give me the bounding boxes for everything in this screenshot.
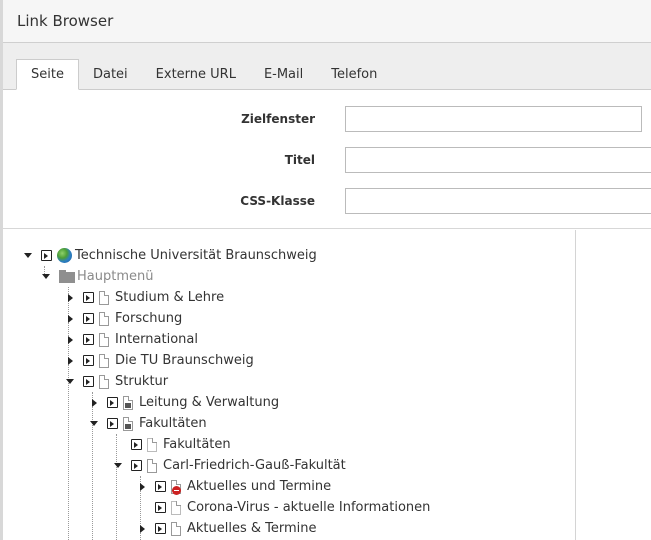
collapse-arrow-icon[interactable] [23,251,33,261]
expand-arrow-icon[interactable] [65,293,75,303]
dialog-header: Link Browser [3,0,651,43]
tree-node-label[interactable]: Struktur [115,374,168,389]
hidden-page-icon [171,479,181,495]
folder-icon [59,270,75,283]
page-icon [147,437,157,452]
page-actions-icon[interactable] [107,418,118,429]
tree-node-forschung[interactable]: Forschung [65,308,182,329]
tree-node-struktur[interactable]: Struktur [65,371,168,392]
tree-node-label[interactable]: Corona-Virus - aktuelle Informationen [187,500,430,515]
title-input[interactable] [345,147,651,173]
tab-externe-url[interactable]: Externe URL [142,60,250,90]
page-icon [99,290,109,305]
tree-node-corona-virus[interactable]: Corona-Virus - aktuelle Informationen [137,497,430,518]
page-actions-icon[interactable] [41,250,52,261]
page-actions-icon[interactable] [155,502,166,513]
page-icon [171,500,181,515]
page-actions-icon[interactable] [83,355,94,366]
tree-node-root[interactable]: Technische Universität Braunschweig [23,245,317,266]
expand-arrow-icon[interactable] [65,335,75,345]
collapse-arrow-icon[interactable] [65,377,75,387]
dialog-title: Link Browser [17,12,114,30]
tree-node-leitung-verwaltung[interactable]: Leitung & Verwaltung [89,392,279,413]
tab-email[interactable]: E-Mail [250,60,317,90]
tree-node-label[interactable]: International [115,332,198,347]
tree-node-carl-friedrich-gauss[interactable]: Carl-Friedrich-Gauß-Fakultät [113,455,346,476]
tree-node-label[interactable]: Hauptmenü [77,269,153,284]
tree-node-international[interactable]: International [65,329,198,350]
tree-node-label[interactable]: Aktuelles & Termine [187,521,317,536]
css-class-label: CSS-Klasse [240,194,315,208]
tree-node-fakultaeten[interactable]: Fakultäten [89,413,207,434]
expand-arrow-icon[interactable] [65,356,75,366]
target-row: Zielfenster [3,106,651,132]
tree-node-aktuelles-und-termine[interactable]: Aktuelles und Termine [137,476,331,497]
tree-node-label[interactable]: Studium & Lehre [115,290,224,305]
title-row: Titel [3,147,651,173]
expand-arrow-icon[interactable] [65,314,75,324]
page-actions-icon[interactable] [155,523,166,534]
page-actions-icon[interactable] [83,313,94,324]
tree-node-label[interactable]: Die TU Braunschweig [115,353,254,368]
page-actions-icon[interactable] [83,334,94,345]
globe-icon [57,248,72,263]
tab-seite[interactable]: Seite [16,59,79,90]
page-tree: Technische Universität Braunschweig Haup… [3,230,576,540]
tree-node-die-tu-braunschweig[interactable]: Die TU Braunschweig [65,350,254,371]
tree-node-fakultaeten-page[interactable]: Fakultäten [113,434,231,455]
page-actions-icon[interactable] [83,292,94,303]
page-icon [99,332,109,347]
target-label: Zielfenster [241,112,315,126]
tab-datei[interactable]: Datei [79,60,142,90]
collapse-arrow-icon[interactable] [113,461,123,471]
page-actions-icon[interactable] [131,460,142,471]
css-class-row: CSS-Klasse [3,188,651,214]
shortcut-page-icon [123,395,133,410]
tree-node-studium-lehre[interactable]: Studium & Lehre [65,287,224,308]
tree-node-label[interactable]: Carl-Friedrich-Gauß-Fakultät [163,458,346,473]
tree-node-label[interactable]: Fakultäten [163,437,231,452]
tree-node-label[interactable]: Leitung & Verwaltung [139,395,279,410]
tree-node-aktuelles-termine[interactable]: Aktuelles & Termine [137,518,317,539]
page-actions-icon[interactable] [155,481,166,492]
page-actions-icon[interactable] [107,397,118,408]
page-actions-icon[interactable] [131,439,142,450]
target-input[interactable] [345,106,642,132]
tree-node-label[interactable]: Technische Universität Braunschweig [75,248,317,263]
expand-arrow-icon[interactable] [89,398,99,408]
tab-bar: Seite Datei Externe URL E-Mail Telefon [3,43,651,90]
page-actions-icon[interactable] [83,376,94,387]
page-icon [171,521,181,536]
tree-node-hauptmenue[interactable]: Hauptmenü [41,266,153,287]
tree-node-label[interactable]: Forschung [115,311,182,326]
expand-arrow-icon[interactable] [137,524,147,534]
collapse-arrow-icon[interactable] [41,272,51,282]
tree-node-label[interactable]: Aktuelles und Termine [187,479,331,494]
tab-telefon[interactable]: Telefon [317,60,391,90]
page-icon [99,353,109,368]
expand-arrow-icon[interactable] [137,482,147,492]
page-icon [99,374,109,389]
css-class-input[interactable] [345,188,651,214]
page-icon [99,311,109,326]
page-icon [147,458,157,473]
link-attributes-form: Zielfenster Titel CSS-Klasse [3,90,651,229]
title-label: Titel [284,153,315,167]
shortcut-page-icon [123,416,133,431]
tree-node-label[interactable]: Fakultäten [139,416,207,431]
collapse-arrow-icon[interactable] [89,419,99,429]
